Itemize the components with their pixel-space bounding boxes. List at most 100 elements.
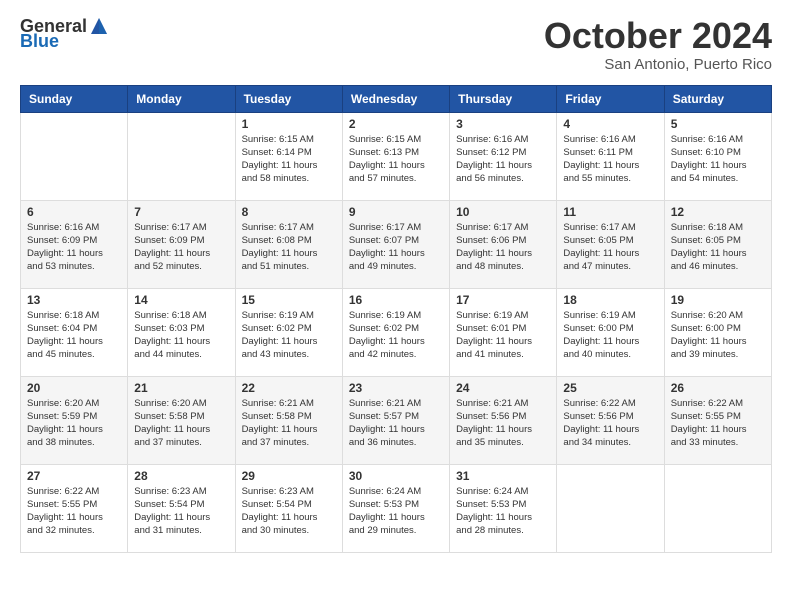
calendar-cell: 13Sunrise: 6:18 AMSunset: 6:04 PMDayligh…	[21, 288, 128, 376]
calendar-cell: 30 Sunrise: 6:24 AMSunset: 5:53 PMDayligh…	[342, 464, 449, 552]
day-info: Sunrise: 6:22 AMSunset: 5:56 PMDaylight:…	[563, 397, 657, 450]
month-title: October 2024	[544, 16, 772, 56]
day-info: Sunrise: 6:17 AMSunset: 6:09 PMDaylight:…	[134, 221, 228, 274]
day-number: 20	[27, 381, 121, 395]
day-number: 6	[27, 205, 121, 219]
day-number: 13	[27, 293, 121, 307]
day-info: Sunrise: 6:19 AMSunset: 6:00 PMDaylight:…	[563, 309, 657, 362]
day-number: 25	[563, 381, 657, 395]
calendar-cell: 19 Sunrise: 6:20 AMSunset: 6:00 PMDayligh…	[664, 288, 771, 376]
calendar-cell: 5 Sunrise: 6:16 AMSunset: 6:10 PMDaylight…	[664, 112, 771, 200]
day-info: Sunrise: 6:17 AMSunset: 6:05 PMDaylight:…	[563, 221, 657, 274]
calendar-cell: 11 Sunrise: 6:17 AMSunset: 6:05 PMDayligh…	[557, 200, 664, 288]
weekday-header-thursday: Thursday	[450, 85, 557, 112]
day-number: 2	[349, 117, 443, 131]
day-number: 26	[671, 381, 765, 395]
calendar-cell: 26 Sunrise: 6:22 AMSunset: 5:55 PMDayligh…	[664, 376, 771, 464]
day-number: 16	[349, 293, 443, 307]
calendar-cell: 18Sunrise: 6:19 AMSunset: 6:00 PMDayligh…	[557, 288, 664, 376]
day-number: 19	[671, 293, 765, 307]
calendar: SundayMondayTuesdayWednesdayThursdayFrid…	[20, 85, 772, 553]
weekday-header-tuesday: Tuesday	[235, 85, 342, 112]
calendar-cell: 17 Sunrise: 6:19 AMSunset: 6:01 PMDayligh…	[450, 288, 557, 376]
calendar-cell: 28 Sunrise: 6:23 AMSunset: 5:54 PMDayligh…	[128, 464, 235, 552]
day-info: Sunrise: 6:16 AMSunset: 6:12 PMDaylight:…	[456, 133, 550, 186]
day-info: Sunrise: 6:23 AMSunset: 5:54 PMDaylight:…	[242, 485, 336, 538]
calendar-cell: 6Sunrise: 6:16 AMSunset: 6:09 PMDaylight…	[21, 200, 128, 288]
calendar-cell: 8 Sunrise: 6:17 AMSunset: 6:08 PMDaylight…	[235, 200, 342, 288]
day-number: 15	[242, 293, 336, 307]
weekday-header-wednesday: Wednesday	[342, 85, 449, 112]
day-number: 8	[242, 205, 336, 219]
calendar-cell: 10Sunrise: 6:17 AMSunset: 6:06 PMDayligh…	[450, 200, 557, 288]
day-info: Sunrise: 6:15 AMSunset: 6:14 PMDaylight:…	[242, 133, 336, 186]
calendar-cell: 1 Sunrise: 6:15 AMSunset: 6:14 PMDaylight…	[235, 112, 342, 200]
day-number: 3	[456, 117, 550, 131]
day-number: 27	[27, 469, 121, 483]
calendar-cell: 14Sunrise: 6:18 AMSunset: 6:03 PMDayligh…	[128, 288, 235, 376]
day-info: Sunrise: 6:17 AMSunset: 6:07 PMDaylight:…	[349, 221, 443, 274]
week-row-5: 27Sunrise: 6:22 AMSunset: 5:55 PMDayligh…	[21, 464, 772, 552]
day-number: 12	[671, 205, 765, 219]
calendar-cell: 22 Sunrise: 6:21 AMSunset: 5:58 PMDayligh…	[235, 376, 342, 464]
day-info: Sunrise: 6:19 AMSunset: 6:01 PMDaylight:…	[456, 309, 550, 362]
calendar-cell: 25 Sunrise: 6:22 AMSunset: 5:56 PMDayligh…	[557, 376, 664, 464]
location-title: San Antonio, Puerto Rico	[544, 56, 772, 73]
header: General Blue October 2024 San Antonio, P…	[20, 16, 772, 73]
calendar-cell: 29 Sunrise: 6:23 AMSunset: 5:54 PMDayligh…	[235, 464, 342, 552]
day-info: Sunrise: 6:21 AMSunset: 5:58 PMDaylight:…	[242, 397, 336, 450]
week-row-1: 1 Sunrise: 6:15 AMSunset: 6:14 PMDaylight…	[21, 112, 772, 200]
day-info: Sunrise: 6:19 AMSunset: 6:02 PMDaylight:…	[242, 309, 336, 362]
day-number: 4	[563, 117, 657, 131]
day-number: 24	[456, 381, 550, 395]
day-number: 17	[456, 293, 550, 307]
day-number: 10	[456, 205, 550, 219]
logo-icon	[89, 16, 109, 36]
day-number: 11	[563, 205, 657, 219]
calendar-cell: 23 Sunrise: 6:21 AMSunset: 5:57 PMDayligh…	[342, 376, 449, 464]
calendar-cell: 9 Sunrise: 6:17 AMSunset: 6:07 PMDaylight…	[342, 200, 449, 288]
calendar-cell	[21, 112, 128, 200]
week-row-4: 20Sunrise: 6:20 AMSunset: 5:59 PMDayligh…	[21, 376, 772, 464]
calendar-cell: 15 Sunrise: 6:19 AMSunset: 6:02 PMDayligh…	[235, 288, 342, 376]
day-info: Sunrise: 6:16 AMSunset: 6:10 PMDaylight:…	[671, 133, 765, 186]
calendar-cell: 27Sunrise: 6:22 AMSunset: 5:55 PMDayligh…	[21, 464, 128, 552]
day-number: 31	[456, 469, 550, 483]
day-number: 22	[242, 381, 336, 395]
day-number: 29	[242, 469, 336, 483]
day-info: Sunrise: 6:16 AMSunset: 6:11 PMDaylight:…	[563, 133, 657, 186]
day-info: Sunrise: 6:20 AMSunset: 6:00 PMDaylight:…	[671, 309, 765, 362]
day-info: Sunrise: 6:21 AMSunset: 5:56 PMDaylight:…	[456, 397, 550, 450]
logo-blue: Blue	[20, 32, 59, 50]
day-number: 30	[349, 469, 443, 483]
day-info: Sunrise: 6:22 AMSunset: 5:55 PMDaylight:…	[671, 397, 765, 450]
calendar-cell: 7 Sunrise: 6:17 AMSunset: 6:09 PMDaylight…	[128, 200, 235, 288]
week-row-2: 6Sunrise: 6:16 AMSunset: 6:09 PMDaylight…	[21, 200, 772, 288]
day-info: Sunrise: 6:24 AMSunset: 5:53 PMDaylight:…	[349, 485, 443, 538]
calendar-cell: 12 Sunrise: 6:18 AMSunset: 6:05 PMDayligh…	[664, 200, 771, 288]
day-number: 28	[134, 469, 228, 483]
day-info: Sunrise: 6:21 AMSunset: 5:57 PMDaylight:…	[349, 397, 443, 450]
week-row-3: 13Sunrise: 6:18 AMSunset: 6:04 PMDayligh…	[21, 288, 772, 376]
weekday-header-row: SundayMondayTuesdayWednesdayThursdayFrid…	[21, 85, 772, 112]
calendar-cell	[557, 464, 664, 552]
day-number: 1	[242, 117, 336, 131]
calendar-cell: 16Sunrise: 6:19 AMSunset: 6:02 PMDayligh…	[342, 288, 449, 376]
day-info: Sunrise: 6:23 AMSunset: 5:54 PMDaylight:…	[134, 485, 228, 538]
logo: General Blue	[20, 16, 109, 50]
day-number: 9	[349, 205, 443, 219]
calendar-cell: 21Sunrise: 6:20 AMSunset: 5:58 PMDayligh…	[128, 376, 235, 464]
calendar-cell: 20Sunrise: 6:20 AMSunset: 5:59 PMDayligh…	[21, 376, 128, 464]
calendar-cell: 24 Sunrise: 6:21 AMSunset: 5:56 PMDayligh…	[450, 376, 557, 464]
day-info: Sunrise: 6:18 AMSunset: 6:05 PMDaylight:…	[671, 221, 765, 274]
day-info: Sunrise: 6:20 AMSunset: 5:58 PMDaylight:…	[134, 397, 228, 450]
calendar-cell: 2 Sunrise: 6:15 AMSunset: 6:13 PMDaylight…	[342, 112, 449, 200]
calendar-cell: 4 Sunrise: 6:16 AMSunset: 6:11 PMDaylight…	[557, 112, 664, 200]
day-number: 14	[134, 293, 228, 307]
calendar-cell	[664, 464, 771, 552]
day-number: 23	[349, 381, 443, 395]
day-info: Sunrise: 6:15 AMSunset: 6:13 PMDaylight:…	[349, 133, 443, 186]
day-number: 5	[671, 117, 765, 131]
day-number: 7	[134, 205, 228, 219]
day-info: Sunrise: 6:17 AMSunset: 6:08 PMDaylight:…	[242, 221, 336, 274]
